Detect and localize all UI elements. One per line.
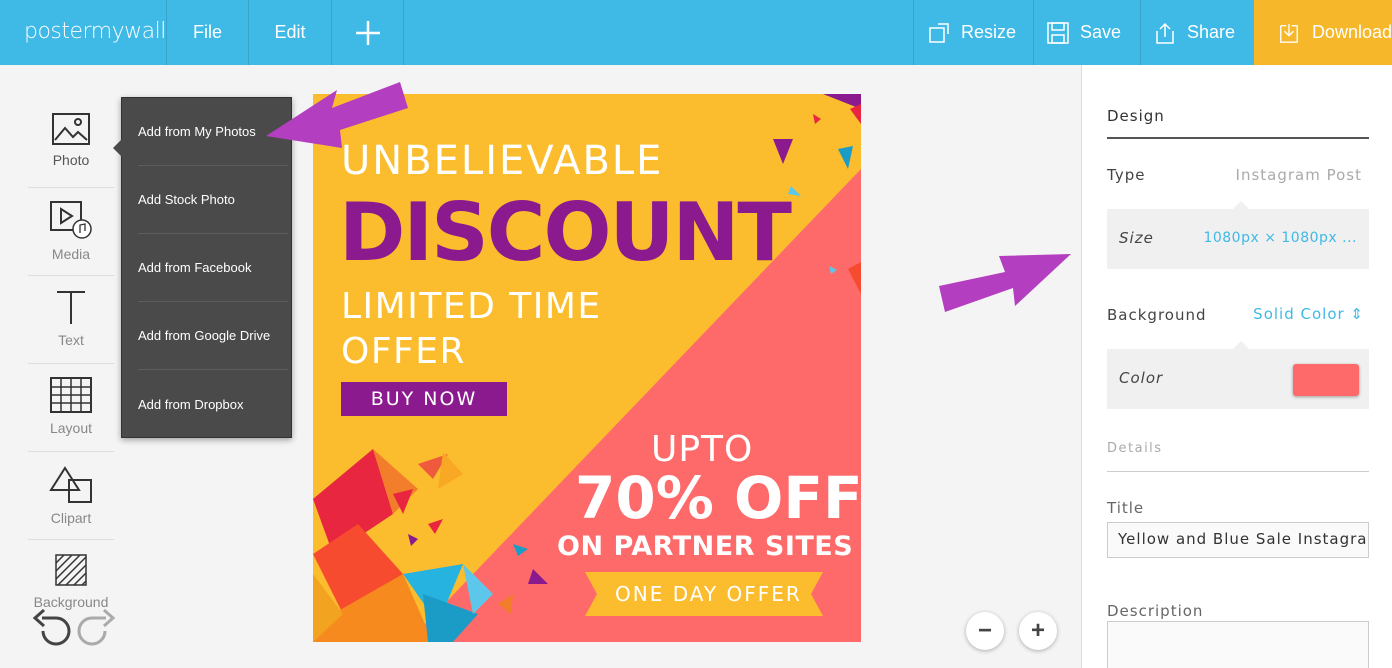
save-label: Save: [1080, 22, 1122, 42]
app-logo[interactable]: postermywall: [24, 19, 166, 44]
poster-limited-line2: OFFER: [341, 331, 467, 372]
layout-grid-icon: [50, 377, 92, 413]
details-divider: [1107, 471, 1369, 472]
poster-discount[interactable]: DISCOUNT: [339, 186, 792, 279]
design-panel: Design Type Instagram Post Size 1080px ×…: [1081, 65, 1392, 668]
clipart-icon: [49, 466, 92, 503]
poster-percent-off[interactable]: 70% OFF: [575, 464, 861, 532]
share-label: Share: [1187, 22, 1236, 42]
media-tool-label: Media: [51, 246, 91, 262]
undo-icon[interactable]: [30, 608, 74, 652]
download-button[interactable]: Download: [1254, 0, 1392, 65]
toolbar-divider: [1140, 0, 1141, 65]
menu-item-stock-photo[interactable]: Add Stock Photo: [138, 166, 288, 234]
toolbar-divider: [1033, 0, 1034, 65]
type-value: Instagram Post: [1235, 166, 1362, 184]
toolbar-divider: [913, 0, 914, 65]
zoom-in-button[interactable]: +: [1019, 612, 1057, 650]
color-label: Color: [1119, 369, 1164, 387]
edit-menu-button[interactable]: Edit: [249, 0, 331, 65]
layout-tool[interactable]: Layout: [28, 364, 114, 452]
toolbar-divider: [403, 0, 404, 65]
layout-tool-label: Layout: [49, 420, 93, 436]
poster-partner-sites[interactable]: ON PARTNER SITES: [557, 531, 853, 562]
redo-icon[interactable]: [76, 608, 120, 652]
download-label: Download: [1311, 22, 1392, 42]
photo-icon: [52, 113, 90, 145]
title-label: Title: [1107, 499, 1145, 517]
poster-buy-now[interactable]: BUY NOW: [341, 382, 507, 416]
share-button[interactable]: Share: [1153, 0, 1235, 65]
text-icon: [57, 291, 85, 324]
type-label: Type: [1107, 166, 1146, 184]
color-swatch[interactable]: [1293, 364, 1359, 396]
clipart-tool[interactable]: Clipart: [28, 452, 114, 540]
save-button[interactable]: Save: [1046, 0, 1121, 65]
details-heading: Details: [1107, 441, 1163, 456]
menu-item-google-drive[interactable]: Add from Google Drive: [138, 302, 288, 370]
add-button[interactable]: [332, 0, 403, 65]
poster-canvas[interactable]: UNBELIEVABLE DISCOUNT LIMITED TIME OFFER…: [313, 94, 861, 642]
save-icon: [1047, 21, 1069, 44]
background-label: Background: [1107, 306, 1207, 324]
download-icon: [1280, 23, 1298, 43]
resize-label: Resize: [961, 22, 1017, 42]
annotation-arrow-right: [939, 254, 1071, 312]
size-label: Size: [1119, 229, 1154, 247]
color-row: Color: [1107, 341, 1369, 409]
media-tool[interactable]: Media: [28, 188, 114, 276]
design-tab[interactable]: Design: [1107, 107, 1165, 125]
design-tab-underline: [1107, 137, 1369, 139]
poster-limited-offer[interactable]: LIMITED TIME OFFER: [341, 284, 602, 374]
menu-item-dropbox[interactable]: Add from Dropbox: [138, 370, 288, 438]
resize-icon: [929, 22, 949, 43]
background-type-select[interactable]: Solid Color ⇕: [1253, 305, 1364, 323]
menu-item-facebook[interactable]: Add from Facebook: [138, 234, 288, 302]
annotation-arrow-left: [266, 82, 408, 148]
share-icon: [1156, 22, 1174, 44]
file-menu-button[interactable]: File: [167, 0, 248, 65]
poster-limited-line1: LIMITED TIME: [341, 286, 602, 327]
background-icon: [55, 554, 87, 586]
zoom-out-button[interactable]: −: [966, 612, 1004, 650]
media-icon: [50, 201, 92, 239]
plus-icon: [355, 20, 380, 45]
photo-tool[interactable]: Photo: [28, 100, 114, 188]
size-row[interactable]: Size 1080px × 1080px ...: [1107, 201, 1369, 269]
text-tool[interactable]: Text: [28, 276, 114, 364]
poster-one-day-offer[interactable]: ONE DAY OFFER: [615, 582, 802, 606]
top-toolbar: postermywall File Edit Resize Save Share…: [0, 0, 1392, 65]
text-tool-label: Text: [58, 332, 84, 348]
clipart-tool-label: Clipart: [50, 510, 92, 526]
description-input[interactable]: [1107, 621, 1369, 668]
size-value[interactable]: 1080px × 1080px ...: [1203, 230, 1357, 246]
photo-tool-label: Photo: [52, 152, 90, 168]
title-input[interactable]: Yellow and Blue Sale Instagra: [1107, 522, 1369, 558]
resize-button[interactable]: Resize: [927, 0, 1016, 65]
description-label: Description: [1107, 602, 1204, 620]
